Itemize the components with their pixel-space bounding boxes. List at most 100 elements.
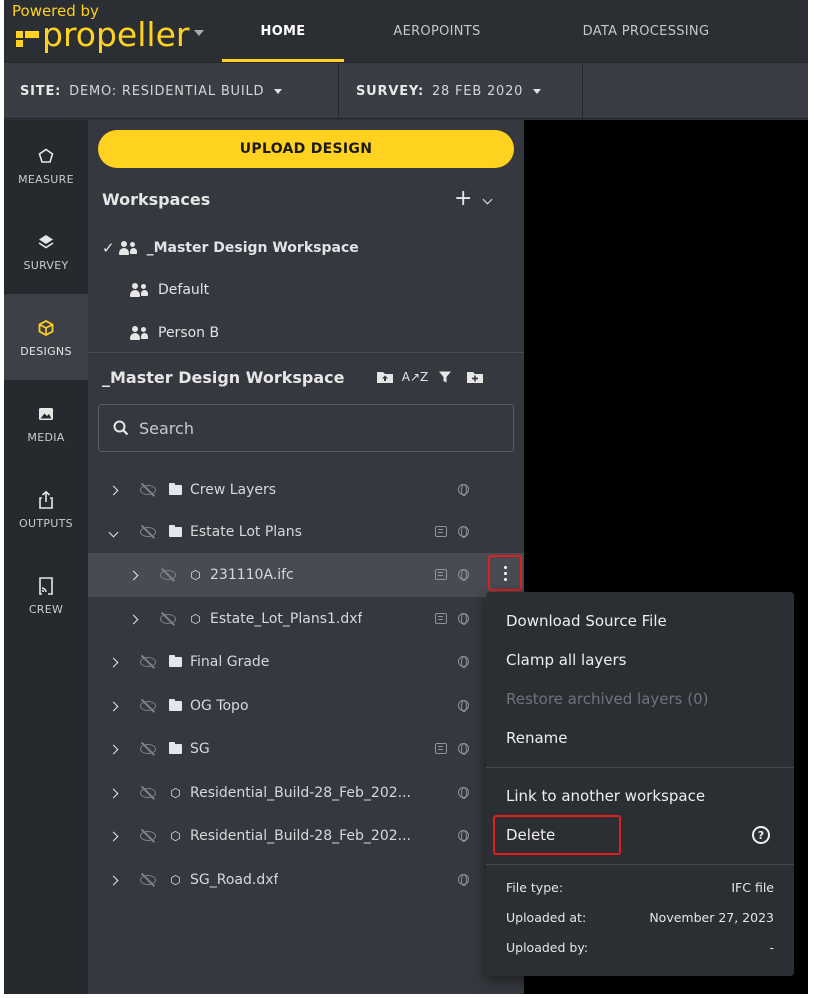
brand-dropdown-caret-icon[interactable] bbox=[194, 30, 204, 36]
help-icon[interactable]: ? bbox=[752, 826, 770, 844]
survey-value: 28 FEB 2020 bbox=[431, 83, 524, 99]
layer-row[interactable]: Crew Layers bbox=[88, 468, 524, 512]
layer-name: Residential_Build-28_Feb_202... bbox=[190, 828, 411, 844]
visibility-off-icon[interactable] bbox=[139, 483, 157, 497]
context-menu: Download Source File Clamp all layers Re… bbox=[486, 592, 794, 976]
tab-aeropoints[interactable]: AEROPOINTS bbox=[362, 0, 512, 62]
visibility-off-icon[interactable] bbox=[139, 786, 157, 800]
layer-row[interactable]: Estate Lot Plans bbox=[88, 510, 524, 554]
cube-icon bbox=[35, 317, 57, 339]
upload-folder-icon[interactable] bbox=[376, 368, 394, 386]
brand[interactable]: Powered by propeller bbox=[12, 2, 192, 60]
folder-icon bbox=[169, 699, 182, 711]
layer-name: Estate_Lot_Plans1.dxf bbox=[210, 611, 363, 627]
visibility-off-icon[interactable] bbox=[139, 655, 157, 669]
more-dot-icon bbox=[503, 571, 507, 575]
layer-row[interactable]: ⬡ Estate_Lot_Plans1.dxf bbox=[88, 597, 524, 641]
collapse-workspaces-icon[interactable] bbox=[482, 194, 493, 205]
globe-icon bbox=[456, 524, 470, 538]
tab-data-processing[interactable]: DATA PROCESSING bbox=[560, 0, 732, 62]
rail-item-outputs[interactable]: OUTPUTS bbox=[4, 466, 88, 552]
visibility-off-icon[interactable] bbox=[139, 525, 157, 539]
folder-icon bbox=[169, 655, 182, 667]
layer-name: Estate Lot Plans bbox=[190, 524, 302, 540]
layer-name: 231110A.ifc bbox=[210, 567, 294, 583]
workspace-item[interactable]: Person B bbox=[130, 321, 219, 345]
filter-icon[interactable] bbox=[436, 368, 454, 386]
site-bar-divider bbox=[338, 63, 339, 119]
chevron-right-icon[interactable] bbox=[128, 614, 139, 624]
layer-row[interactable]: SG bbox=[88, 727, 524, 771]
layer-row[interactable]: ⬡ Residential_Build-28_Feb_202... bbox=[88, 771, 524, 815]
site-bar-divider bbox=[582, 63, 583, 119]
rail-item-survey[interactable]: SURVEY bbox=[4, 208, 88, 294]
visibility-off-icon[interactable] bbox=[139, 699, 157, 713]
rail-item-measure[interactable]: MEASURE bbox=[4, 122, 88, 208]
site-selector[interactable]: SITE: DEMO: RESIDENTIAL BUILD bbox=[20, 63, 338, 119]
workspace-item[interactable]: ✓ _Master Design Workspace bbox=[102, 236, 359, 260]
layer-row[interactable]: Final Grade bbox=[88, 640, 524, 684]
menu-item-clamp-all-layers[interactable]: Clamp all layers bbox=[506, 651, 626, 669]
chevron-down-icon[interactable] bbox=[108, 527, 119, 537]
menu-item-rename[interactable]: Rename bbox=[506, 729, 568, 747]
search-input[interactable] bbox=[139, 418, 479, 438]
rail-label-crew: CREW bbox=[28, 602, 64, 616]
chevron-right-icon[interactable] bbox=[108, 657, 119, 667]
chevron-right-icon[interactable] bbox=[128, 570, 139, 580]
layer-row[interactable]: OG Topo bbox=[88, 684, 524, 728]
left-rail: MEASURE SURVEY DESIGNS MEDIA OUTPUTS CRE… bbox=[4, 120, 88, 994]
workspace-item[interactable]: Default bbox=[130, 278, 209, 302]
layer-name: SG bbox=[190, 741, 210, 757]
rail-item-designs[interactable]: DESIGNS bbox=[4, 294, 88, 380]
layer-name: Final Grade bbox=[190, 654, 270, 670]
rail-item-media[interactable]: MEDIA bbox=[4, 380, 88, 466]
rail-item-crew[interactable]: CREW bbox=[4, 552, 88, 638]
top-nav-bar: Powered by propeller HOME AEROPOINTS DAT… bbox=[4, 0, 808, 62]
visibility-off-icon[interactable] bbox=[139, 829, 157, 843]
share-icon bbox=[35, 489, 57, 511]
rail-label-outputs: OUTPUTS bbox=[19, 516, 73, 530]
file-type-value: IFC file bbox=[731, 880, 774, 895]
add-workspace-icon[interactable]: + bbox=[454, 186, 472, 211]
site-label: SITE: bbox=[20, 83, 62, 99]
visibility-off-icon[interactable] bbox=[159, 568, 177, 582]
visibility-off-icon[interactable] bbox=[139, 873, 157, 887]
visibility-off-icon[interactable] bbox=[159, 612, 177, 626]
chevron-right-icon[interactable] bbox=[108, 875, 119, 885]
tab-aeropoints-label: AEROPOINTS bbox=[393, 23, 481, 39]
visibility-off-icon[interactable] bbox=[139, 742, 157, 756]
designs-panel: UPLOAD DESIGN Workspaces + ✓ _Master Des… bbox=[88, 120, 524, 994]
uploaded-by-label: Uploaded by: bbox=[506, 940, 589, 955]
more-options-button[interactable] bbox=[488, 555, 522, 591]
globe-icon bbox=[456, 785, 470, 799]
layer-row[interactable]: ⬡ SG_Road.dxf bbox=[88, 858, 524, 902]
layer-name: OG Topo bbox=[190, 698, 249, 714]
brand-name: propeller bbox=[42, 15, 190, 54]
chevron-right-icon[interactable] bbox=[108, 831, 119, 841]
library-icon bbox=[434, 611, 448, 625]
rail-label-media: MEDIA bbox=[27, 430, 65, 444]
workspaces-heading: Workspaces bbox=[102, 190, 211, 209]
menu-item-download-source-file[interactable]: Download Source File bbox=[506, 612, 667, 630]
layers-icon bbox=[35, 231, 57, 253]
folder-icon bbox=[169, 742, 182, 754]
layer-row[interactable]: ⬡ 231110A.ifc bbox=[88, 553, 524, 597]
sort-az-icon[interactable]: A↗Z bbox=[402, 368, 428, 386]
search-field[interactable] bbox=[98, 404, 514, 452]
design-file-icon: ⬡ bbox=[170, 873, 181, 887]
chevron-right-icon[interactable] bbox=[108, 744, 119, 754]
workspace-name: Default bbox=[158, 282, 210, 298]
menu-item-link-to-another-workspace[interactable]: Link to another workspace bbox=[506, 787, 705, 805]
add-folder-icon[interactable] bbox=[466, 368, 484, 386]
survey-selector[interactable]: SURVEY: 28 FEB 2020 bbox=[356, 63, 582, 119]
tab-data-processing-label: DATA PROCESSING bbox=[582, 23, 710, 39]
layer-row[interactable]: ⬡ Residential_Build-28_Feb_202... bbox=[88, 814, 524, 858]
upload-design-button[interactable]: UPLOAD DESIGN bbox=[98, 130, 514, 168]
image-icon bbox=[35, 403, 57, 425]
rail-label-designs: DESIGNS bbox=[20, 344, 72, 358]
rail-label-survey: SURVEY bbox=[23, 258, 69, 272]
tab-home[interactable]: HOME bbox=[222, 0, 344, 62]
chevron-right-icon[interactable] bbox=[108, 701, 119, 711]
chevron-right-icon[interactable] bbox=[108, 485, 119, 495]
chevron-right-icon[interactable] bbox=[108, 788, 119, 798]
